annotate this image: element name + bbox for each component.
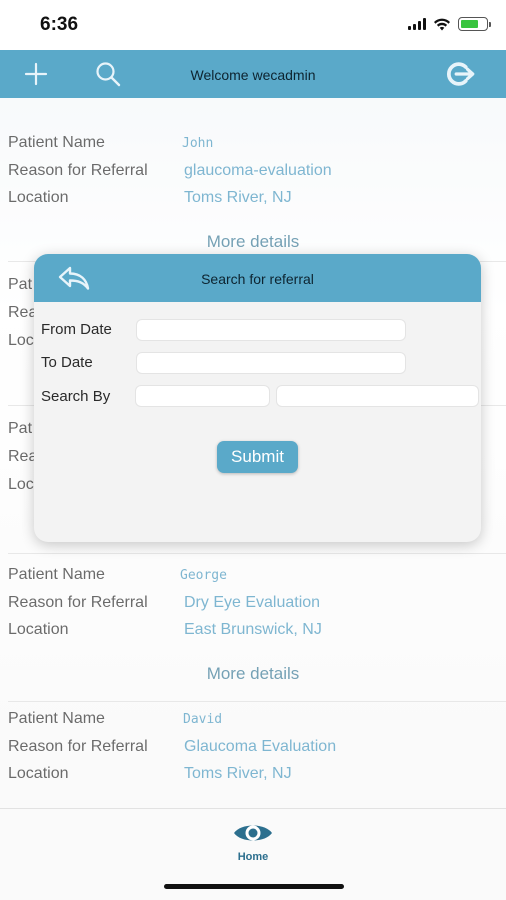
modal-header: Search for referral [34,254,481,302]
from-date-label: From Date [41,321,112,338]
to-date-label: To Date [41,354,93,371]
eye-icon [234,825,272,841]
tab-home[interactable]: Home [223,819,283,869]
to-date-input[interactable] [136,352,406,374]
search-by-field-input[interactable] [135,385,270,407]
top-nav-bar: Welcome wecadmin [0,50,506,98]
tab-home-label: Home [237,851,269,863]
search-by-label: Search By [41,388,111,405]
welcome-text: Welcome wecadmin [190,67,316,83]
logout-icon[interactable] [444,58,476,90]
wifi-icon [434,18,450,30]
from-date-input[interactable] [136,319,406,341]
submit-button[interactable]: Submit [217,441,298,473]
status-icons [408,17,491,31]
home-indicator [164,884,344,889]
status-bar: 6:36 [0,0,506,50]
search-referral-modal: Search for referral From Date To Date Se… [34,254,481,542]
battery-icon [458,17,491,31]
search-by-query-input[interactable] [276,385,479,407]
modal-title: Search for referral [201,271,314,287]
status-time: 6:36 [40,14,79,35]
signal-icon [408,18,426,30]
